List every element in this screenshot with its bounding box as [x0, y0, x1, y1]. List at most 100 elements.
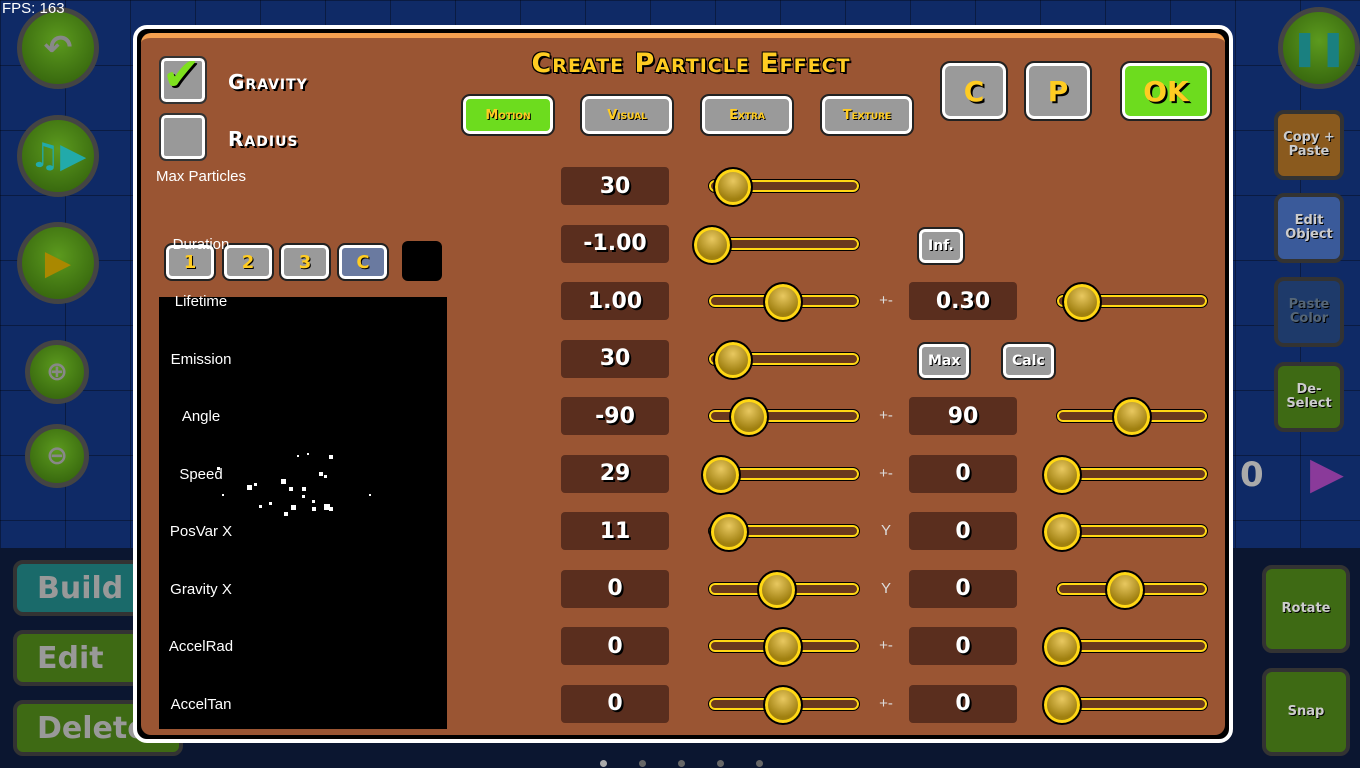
- particle: [289, 487, 293, 491]
- speed-separator: +-: [879, 464, 893, 482]
- ok-button[interactable]: OK: [1120, 61, 1212, 121]
- posvar-x-slider-knob[interactable]: [708, 512, 749, 552]
- accelrad-variance-slider-knob[interactable]: [1041, 627, 1082, 667]
- angle-variance-slider[interactable]: [1056, 397, 1208, 437]
- gravity-x-slider[interactable]: [708, 569, 860, 610]
- angle-slider-knob[interactable]: [728, 397, 769, 437]
- tab-texture[interactable]: Texture: [820, 94, 914, 136]
- acceltan-separator: +-: [879, 694, 893, 712]
- accelrad-input[interactable]: 0: [561, 627, 669, 665]
- accelrad-variance-slider[interactable]: [1041, 627, 1208, 667]
- posvar-x-slider[interactable]: [708, 512, 860, 552]
- color-3-button[interactable]: 3: [279, 243, 331, 281]
- particle: [247, 485, 252, 490]
- music-playback-button[interactable]: ♫▶: [17, 115, 99, 197]
- particle: [302, 487, 306, 491]
- playtest-button[interactable]: ▶: [17, 222, 99, 304]
- accelrad-variance-input[interactable]: 0: [909, 627, 1017, 665]
- particle-effect-dialog: Create Particle Effect ✔ Gravity Radius …: [133, 25, 1233, 743]
- undo-icon: ↶: [43, 28, 73, 68]
- acceltan-slider[interactable]: [708, 684, 860, 725]
- angle-variance-input[interactable]: 90: [909, 397, 1017, 435]
- tab-motion[interactable]: Motion: [461, 94, 555, 136]
- rotate-button[interactable]: Rotate: [1262, 565, 1350, 653]
- gravity-label: Gravity: [228, 70, 308, 94]
- lifetime-input[interactable]: 1.00: [561, 282, 669, 320]
- gravity-x-variance-input[interactable]: 0: [909, 569, 1017, 608]
- max-particles-slider[interactable]: [708, 167, 860, 207]
- acceltan-variance-input[interactable]: 0: [909, 684, 1017, 723]
- max-emission-button[interactable]: Max: [916, 342, 972, 380]
- gravity-x-slider-knob[interactable]: [756, 569, 797, 610]
- deselect-button[interactable]: De-Select: [1274, 362, 1344, 432]
- acceltan-variance-slider-knob[interactable]: [1041, 684, 1082, 725]
- speed-variance-input[interactable]: 0: [909, 454, 1017, 493]
- max-particles-input[interactable]: 30: [561, 167, 669, 205]
- angle-slider[interactable]: [708, 397, 860, 437]
- dialog-title: Create Particle Effect: [531, 48, 851, 79]
- speed-slider[interactable]: [701, 454, 860, 495]
- gravity-checkbox[interactable]: ✔: [159, 47, 207, 104]
- copy-settings-button[interactable]: C: [940, 61, 1008, 121]
- infinite-duration-button[interactable]: Inf.: [917, 227, 965, 265]
- calc-emission-button[interactable]: Calc: [1001, 342, 1056, 380]
- paste-settings-button[interactable]: P: [1024, 61, 1092, 121]
- speed-variance-slider-knob[interactable]: [1041, 454, 1082, 495]
- checkmark-icon: ✔: [162, 47, 201, 101]
- posvar-x-label: PosVar X: [169, 523, 233, 540]
- lifetime-variance-slider[interactable]: [1056, 282, 1208, 322]
- posvar-x-variance-slider[interactable]: [1041, 512, 1208, 552]
- acceltan-input[interactable]: 0: [561, 684, 669, 723]
- tab-extra[interactable]: Extra: [700, 94, 794, 136]
- emission-input[interactable]: 30: [561, 339, 669, 378]
- lifetime-label: Lifetime: [174, 293, 228, 310]
- duration-input[interactable]: -1.00: [561, 224, 669, 263]
- zoom-out-button[interactable]: ⊖: [25, 424, 89, 488]
- particle: [302, 495, 305, 498]
- color-c-button[interactable]: C: [337, 243, 389, 281]
- lifetime-variance-slider-knob[interactable]: [1062, 282, 1103, 322]
- lifetime-variance-input[interactable]: 0.30: [909, 282, 1017, 320]
- speed-input[interactable]: 29: [561, 454, 669, 493]
- acceltan-slider-knob[interactable]: [762, 684, 803, 725]
- accelrad-slider[interactable]: [708, 627, 860, 667]
- accelrad-slider-knob[interactable]: [762, 627, 803, 667]
- zoom-in-button[interactable]: ⊕: [25, 340, 89, 404]
- max-particles-label: Max Particles: [155, 168, 247, 185]
- next-page-arrow-icon[interactable]: ▶: [1310, 448, 1344, 499]
- speed-slider-knob[interactable]: [701, 454, 742, 495]
- emission-slider[interactable]: [708, 339, 860, 380]
- max-particles-slider-knob[interactable]: [712, 167, 753, 207]
- acceltan-variance-slider[interactable]: [1041, 684, 1208, 725]
- lifetime-slider[interactable]: [708, 282, 860, 322]
- posvar-x-input[interactable]: 11: [561, 512, 669, 550]
- particle: [329, 455, 333, 459]
- speed-variance-slider[interactable]: [1041, 454, 1208, 495]
- tab-visual[interactable]: Visual: [580, 94, 674, 136]
- posvar-x-variance-input[interactable]: 0: [909, 512, 1017, 550]
- gravity-x-variance-slider-knob[interactable]: [1104, 569, 1145, 610]
- pause-icon: ❚❚: [1290, 28, 1348, 68]
- page-indicator: [600, 760, 763, 767]
- angle-input[interactable]: -90: [561, 397, 669, 435]
- radius-checkbox[interactable]: [159, 113, 207, 161]
- color-swatch[interactable]: [402, 241, 442, 281]
- posvar-x-variance-slider-knob[interactable]: [1041, 512, 1082, 552]
- snap-button[interactable]: Snap: [1262, 668, 1350, 756]
- gravity-x-variance-slider[interactable]: [1056, 569, 1208, 610]
- copy-paste-button[interactable]: Copy + Paste: [1274, 110, 1344, 180]
- lifetime-slider-knob[interactable]: [762, 282, 803, 322]
- radius-label: Radius: [228, 127, 299, 151]
- duration-slider-knob[interactable]: [692, 224, 733, 265]
- pause-button[interactable]: ❚❚: [1278, 7, 1360, 89]
- paste-color-button[interactable]: Paste Color: [1274, 277, 1344, 347]
- duration-slider[interactable]: [692, 224, 860, 265]
- fps-counter: FPS: 163: [2, 0, 65, 17]
- gravity-x-input[interactable]: 0: [561, 569, 669, 608]
- angle-variance-slider-knob[interactable]: [1112, 397, 1152, 437]
- emission-slider-knob[interactable]: [712, 339, 753, 380]
- undo-button[interactable]: ↶: [17, 7, 99, 89]
- particle: [291, 505, 296, 510]
- edit-object-button[interactable]: Edit Object: [1274, 193, 1344, 263]
- particle: [269, 502, 272, 505]
